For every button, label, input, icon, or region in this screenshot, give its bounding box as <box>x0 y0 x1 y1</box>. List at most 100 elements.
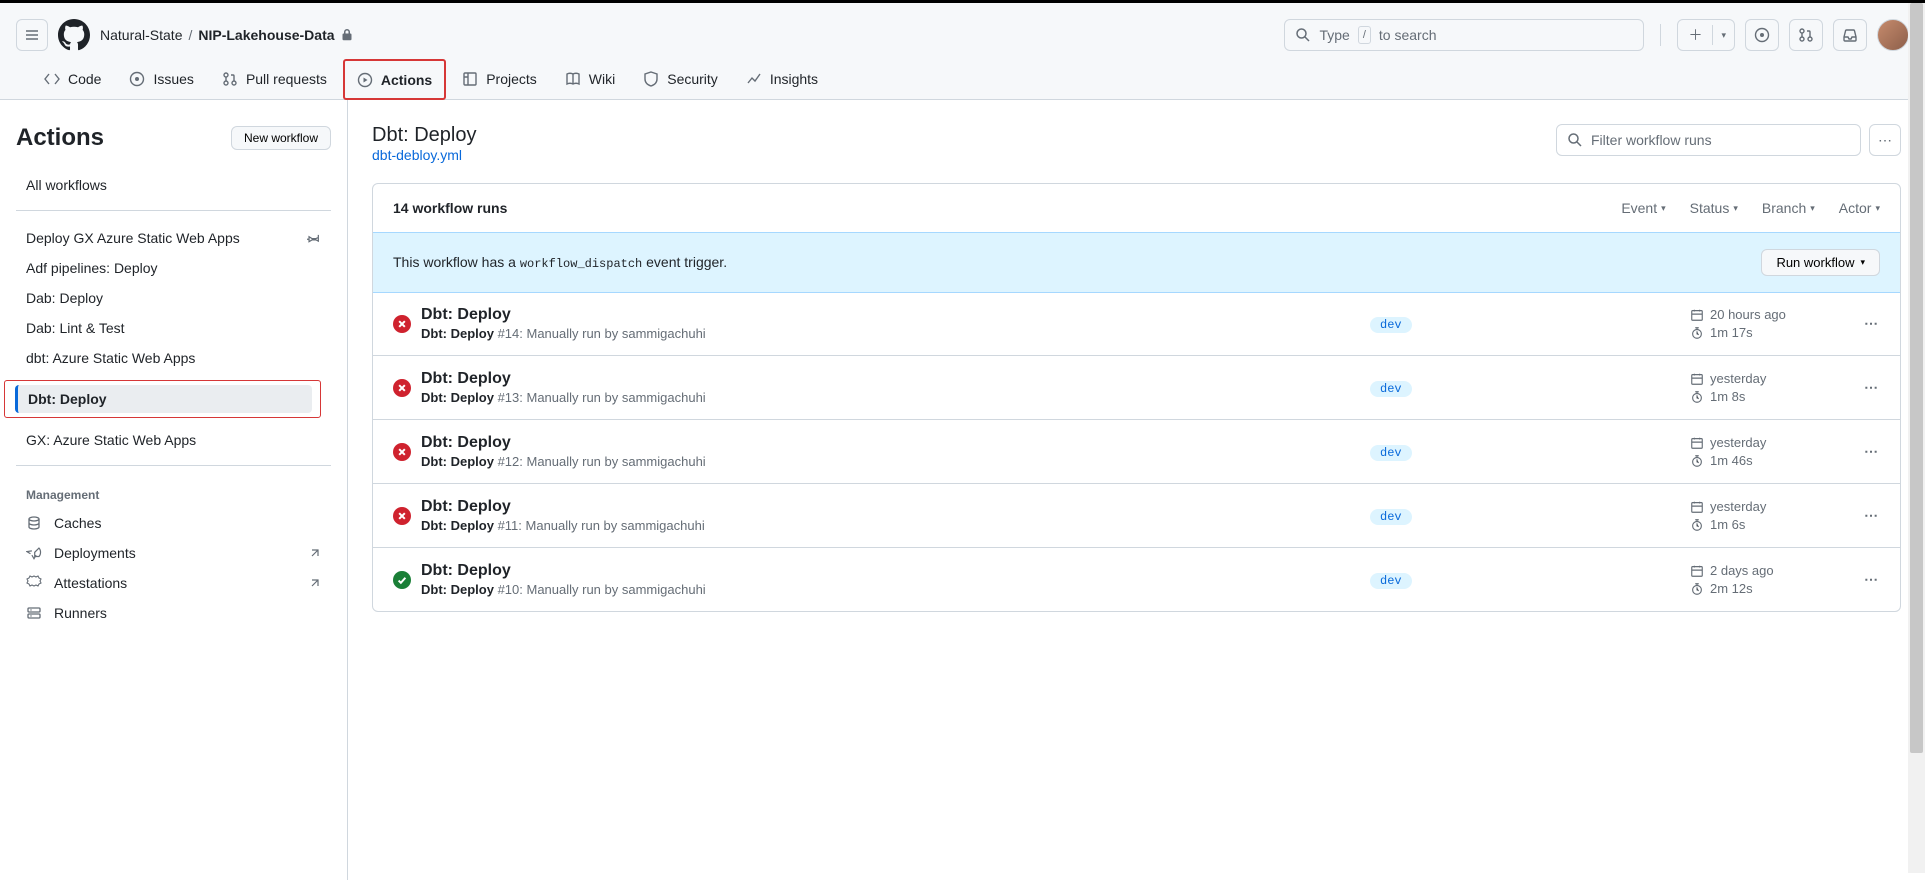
graph-icon <box>746 71 762 87</box>
sidebar-caches[interactable]: Caches <box>16 508 331 538</box>
sidebar-item-label: Dab: Deploy <box>26 290 103 306</box>
sidebar-runners[interactable]: Runners <box>16 598 331 628</box>
run-title[interactable]: Dbt: Deploy <box>421 562 1370 580</box>
chevron-down-icon: ▾ <box>1860 257 1865 268</box>
book-icon <box>565 71 581 87</box>
pin-icon[interactable] <box>307 231 321 245</box>
hamburger-icon <box>24 27 40 43</box>
sidebar-item-label: Dab: Lint & Test <box>26 320 125 336</box>
tab-projects[interactable]: Projects <box>450 61 549 99</box>
run-status <box>393 443 415 461</box>
run-subtitle: Dbt: Deploy #12: Manually run by sammiga… <box>421 454 1370 469</box>
sidebar-deployments[interactable]: Deployments <box>16 538 331 568</box>
sidebar-workflow-item[interactable]: dbt: Azure Static Web Apps <box>16 343 331 373</box>
run-title[interactable]: Dbt: Deploy <box>421 434 1370 452</box>
repo-tabs: Code Issues Pull requests Actions Projec… <box>16 61 1909 99</box>
tab-code[interactable]: Code <box>32 61 113 99</box>
tab-pulls[interactable]: Pull requests <box>210 61 339 99</box>
workflow-file-link[interactable]: dbt-debloy.yml <box>372 147 462 163</box>
run-row[interactable]: Dbt: DeployDbt: Deploy #14: Manually run… <box>373 292 1900 355</box>
run-row[interactable]: Dbt: Deploy Dbt: Deploy #12: Manually run… <box>373 419 1900 483</box>
run-menu-button[interactable]: ⋯ <box>1850 315 1880 332</box>
run-title[interactable]: Dbt: Deploy <box>421 370 1370 388</box>
x-circle-icon <box>393 379 411 397</box>
tab-label: Insights <box>770 71 818 87</box>
tab-insights[interactable]: Insights <box>734 61 830 99</box>
search-icon <box>1567 132 1583 148</box>
sidebar-all-workflows[interactable]: All workflows <box>16 170 331 200</box>
hamburger-button[interactable] <box>16 19 48 51</box>
lock-icon <box>341 28 353 42</box>
sidebar-workflow-item[interactable]: Deploy GX Azure Static Web Apps <box>16 223 331 253</box>
filter-branch[interactable]: Branch▾ <box>1762 200 1815 216</box>
breadcrumb-repo[interactable]: NIP-Lakehouse-Data <box>198 27 334 43</box>
notifications-button[interactable] <box>1833 19 1867 51</box>
workflow-title: Dbt: Deploy <box>372 124 477 147</box>
run-timing: 2 days ago2m 12s <box>1690 563 1850 596</box>
branch-tag[interactable]: dev <box>1370 381 1412 397</box>
run-title[interactable]: Dbt: Deploy <box>421 306 1370 324</box>
pull-requests-tray-button[interactable] <box>1789 19 1823 51</box>
sidebar-workflow-item-selected[interactable]: Dbt: Deploy <box>2 373 331 425</box>
sidebar-workflow-item[interactable]: GX: Azure Static Web Apps <box>16 425 331 455</box>
create-new-button[interactable]: ＋ ▾ <box>1677 19 1735 51</box>
header-divider <box>1660 24 1661 46</box>
verified-icon <box>26 575 42 591</box>
tab-issues[interactable]: Issues <box>117 61 205 99</box>
run-menu-button[interactable]: ⋯ <box>1850 379 1880 396</box>
run-menu-button[interactable]: ⋯ <box>1850 507 1880 524</box>
global-search[interactable]: Type / to search <box>1284 19 1644 51</box>
global-header: Natural-State / NIP-Lakehouse-Data Type … <box>0 3 1925 100</box>
filter-event[interactable]: Event▾ <box>1621 200 1665 216</box>
filter-actor[interactable]: Actor▾ <box>1839 200 1880 216</box>
sidebar-title: Actions <box>16 124 104 152</box>
dispatch-text: event trigger. <box>646 254 727 270</box>
user-avatar[interactable] <box>1877 19 1909 51</box>
scrollbar-thumb[interactable] <box>1910 3 1923 753</box>
filter-status[interactable]: Status▾ <box>1690 200 1738 216</box>
branch-tag[interactable]: dev <box>1370 573 1412 589</box>
sidebar-workflow-item[interactable]: Adf pipelines: Deploy <box>16 253 331 283</box>
pull-request-icon <box>222 71 238 87</box>
run-menu-button[interactable]: ⋯ <box>1850 443 1880 460</box>
actions-sidebar: Actions New workflow All workflows Deplo… <box>0 100 348 880</box>
play-circle-icon <box>357 72 373 88</box>
issues-tray-button[interactable] <box>1745 19 1779 51</box>
run-title[interactable]: Dbt: Deploy <box>421 498 1370 516</box>
tab-security[interactable]: Security <box>631 61 730 99</box>
search-icon <box>1295 27 1311 43</box>
tab-wiki[interactable]: Wiki <box>553 61 627 99</box>
external-link-icon <box>309 547 321 559</box>
tab-actions[interactable]: Actions <box>343 59 446 100</box>
run-menu-button[interactable]: ⋯ <box>1850 571 1880 588</box>
github-logo[interactable] <box>58 19 90 51</box>
run-row[interactable]: Dbt: DeployDbt: Deploy #10: Manually run… <box>373 547 1900 611</box>
run-status <box>393 315 415 333</box>
run-workflow-button[interactable]: Run workflow ▾ <box>1761 249 1880 276</box>
sidebar-item-label: Deploy GX Azure Static Web Apps <box>26 230 240 246</box>
sidebar-item-label: Adf pipelines: Deploy <box>26 260 158 276</box>
runs-count: 14 workflow runs <box>393 200 507 216</box>
calendar-icon <box>1690 500 1704 514</box>
plus-icon: ＋ <box>1678 25 1713 45</box>
search-placeholder-prefix: Type <box>1319 27 1349 43</box>
workflow-menu-button[interactable]: ⋯ <box>1869 124 1901 156</box>
branch-tag[interactable]: dev <box>1370 509 1412 525</box>
breadcrumb-owner[interactable]: Natural-State <box>100 27 182 43</box>
new-workflow-button[interactable]: New workflow <box>231 126 331 150</box>
code-icon <box>44 71 60 87</box>
sidebar-item-label: Deployments <box>54 545 136 561</box>
sidebar-attestations[interactable]: Attestations <box>16 568 331 598</box>
chevron-down-icon: ▾ <box>1661 203 1666 214</box>
chevron-down-icon: ▾ <box>1875 203 1880 214</box>
scrollbar-track[interactable] <box>1908 3 1925 873</box>
calendar-icon <box>1690 372 1704 386</box>
branch-tag[interactable]: dev <box>1370 445 1412 461</box>
sidebar-workflow-item[interactable]: Dab: Lint & Test <box>16 313 331 343</box>
run-row[interactable]: Dbt: DeployDbt: Deploy #11: Manually run… <box>373 483 1900 547</box>
sidebar-workflow-item[interactable]: Dab: Deploy <box>16 283 331 313</box>
filter-runs-input[interactable]: Filter workflow runs <box>1556 124 1861 156</box>
tab-label: Actions <box>381 72 432 88</box>
run-row[interactable]: Dbt: DeployDbt: Deploy #13: Manually run… <box>373 355 1900 419</box>
branch-tag[interactable]: dev <box>1370 317 1412 333</box>
